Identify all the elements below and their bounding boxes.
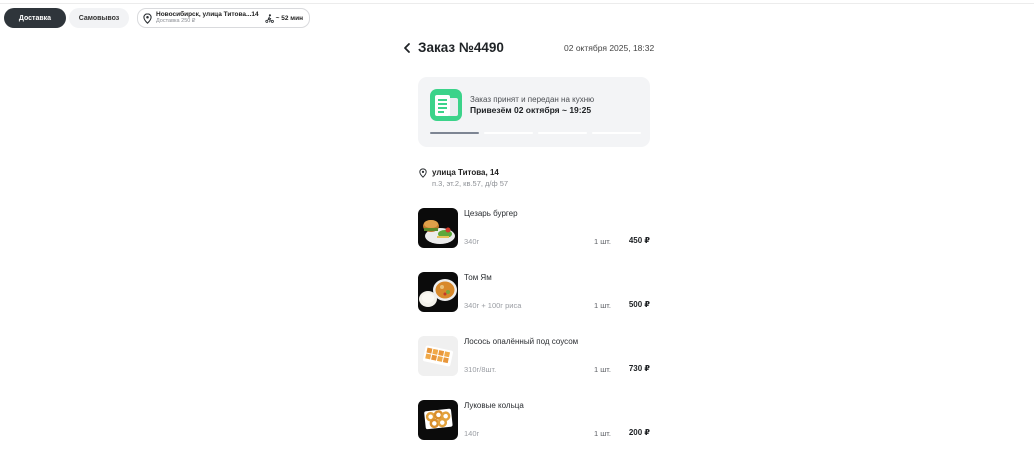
item-photo xyxy=(418,400,458,440)
item-photo xyxy=(418,208,458,248)
item-price: 730 ₽ xyxy=(628,364,650,373)
progress-step xyxy=(592,132,641,134)
pickup-tab[interactable]: Самовывоз xyxy=(69,8,129,28)
order-item: Лосось опалённый под соусом 310г/8шт. 1 … xyxy=(418,336,650,378)
item-name: Лосось опалённый под соусом xyxy=(464,337,579,346)
item-quantity: 1 шт. xyxy=(594,301,611,310)
item-price: 200 ₽ xyxy=(628,428,650,437)
eta: ~ 52 мин xyxy=(264,13,304,23)
item-price: 450 ₽ xyxy=(628,236,650,245)
item-weight: 340г xyxy=(464,237,480,246)
progress-step xyxy=(484,132,533,134)
delivery-cost: Доставка 250 ₽ xyxy=(156,18,196,24)
order-datetime: 02 октября 2025, 18:32 xyxy=(564,43,655,53)
order-item: Луковые кольца 140г 1 шт. 200 ₽ xyxy=(418,400,650,442)
item-quantity: 1 шт. xyxy=(594,237,611,246)
top-bar: Доставка Самовывоз Новосибирск, улица Ти… xyxy=(4,8,311,28)
item-quantity: 1 шт. xyxy=(594,365,611,374)
address-text: Новосибирск, улица Титова...14 Доставка … xyxy=(156,11,259,25)
progress-step xyxy=(538,132,587,134)
item-photo xyxy=(418,336,458,376)
item-price: 500 ₽ xyxy=(628,300,650,309)
chevron-left-icon[interactable] xyxy=(402,42,412,54)
item-name: Луковые кольца xyxy=(464,401,524,410)
address-selector[interactable]: Новосибирск, улица Титова...14 Доставка … xyxy=(137,8,311,28)
delivery-address-details: п.3, эт.2, кв.57, д/ф 57 xyxy=(432,179,509,188)
item-weight: 140г xyxy=(464,429,480,438)
courier-icon xyxy=(264,13,274,23)
receipt-icon xyxy=(430,89,462,121)
address-line: Новосибирск, улица Титова...14 xyxy=(156,11,259,18)
order-item: Цезарь бургер 340г 1 шт. 450 ₽ xyxy=(418,208,650,250)
item-name: Том Ям xyxy=(464,273,492,282)
status-progress xyxy=(430,132,641,134)
item-photo xyxy=(418,272,458,312)
item-name: Цезарь бургер xyxy=(464,209,518,218)
order-title: Заказ №4490 xyxy=(418,40,504,55)
status-message: Заказ принят и передан на кухню xyxy=(470,95,595,104)
top-divider xyxy=(0,3,1034,4)
order-status-card: Заказ принят и передан на кухню Привезём… xyxy=(418,77,650,147)
order-item: Том Ям 340г + 100г риса 1 шт. 500 ₽ xyxy=(418,272,650,314)
item-weight: 340г + 100г риса xyxy=(464,301,522,310)
item-quantity: 1 шт. xyxy=(594,429,611,438)
item-weight: 310г/8шт. xyxy=(464,365,497,374)
location-pin-icon xyxy=(419,168,427,178)
progress-step xyxy=(430,132,479,134)
delivery-tab[interactable]: Доставка xyxy=(4,8,66,28)
delivery-estimate: Привезём 02 октября ~ 19:25 xyxy=(470,105,592,115)
location-pin-icon xyxy=(143,12,152,24)
delivery-street: улица Титова, 14 xyxy=(432,168,499,177)
eta-text: ~ 52 мин xyxy=(275,14,304,22)
